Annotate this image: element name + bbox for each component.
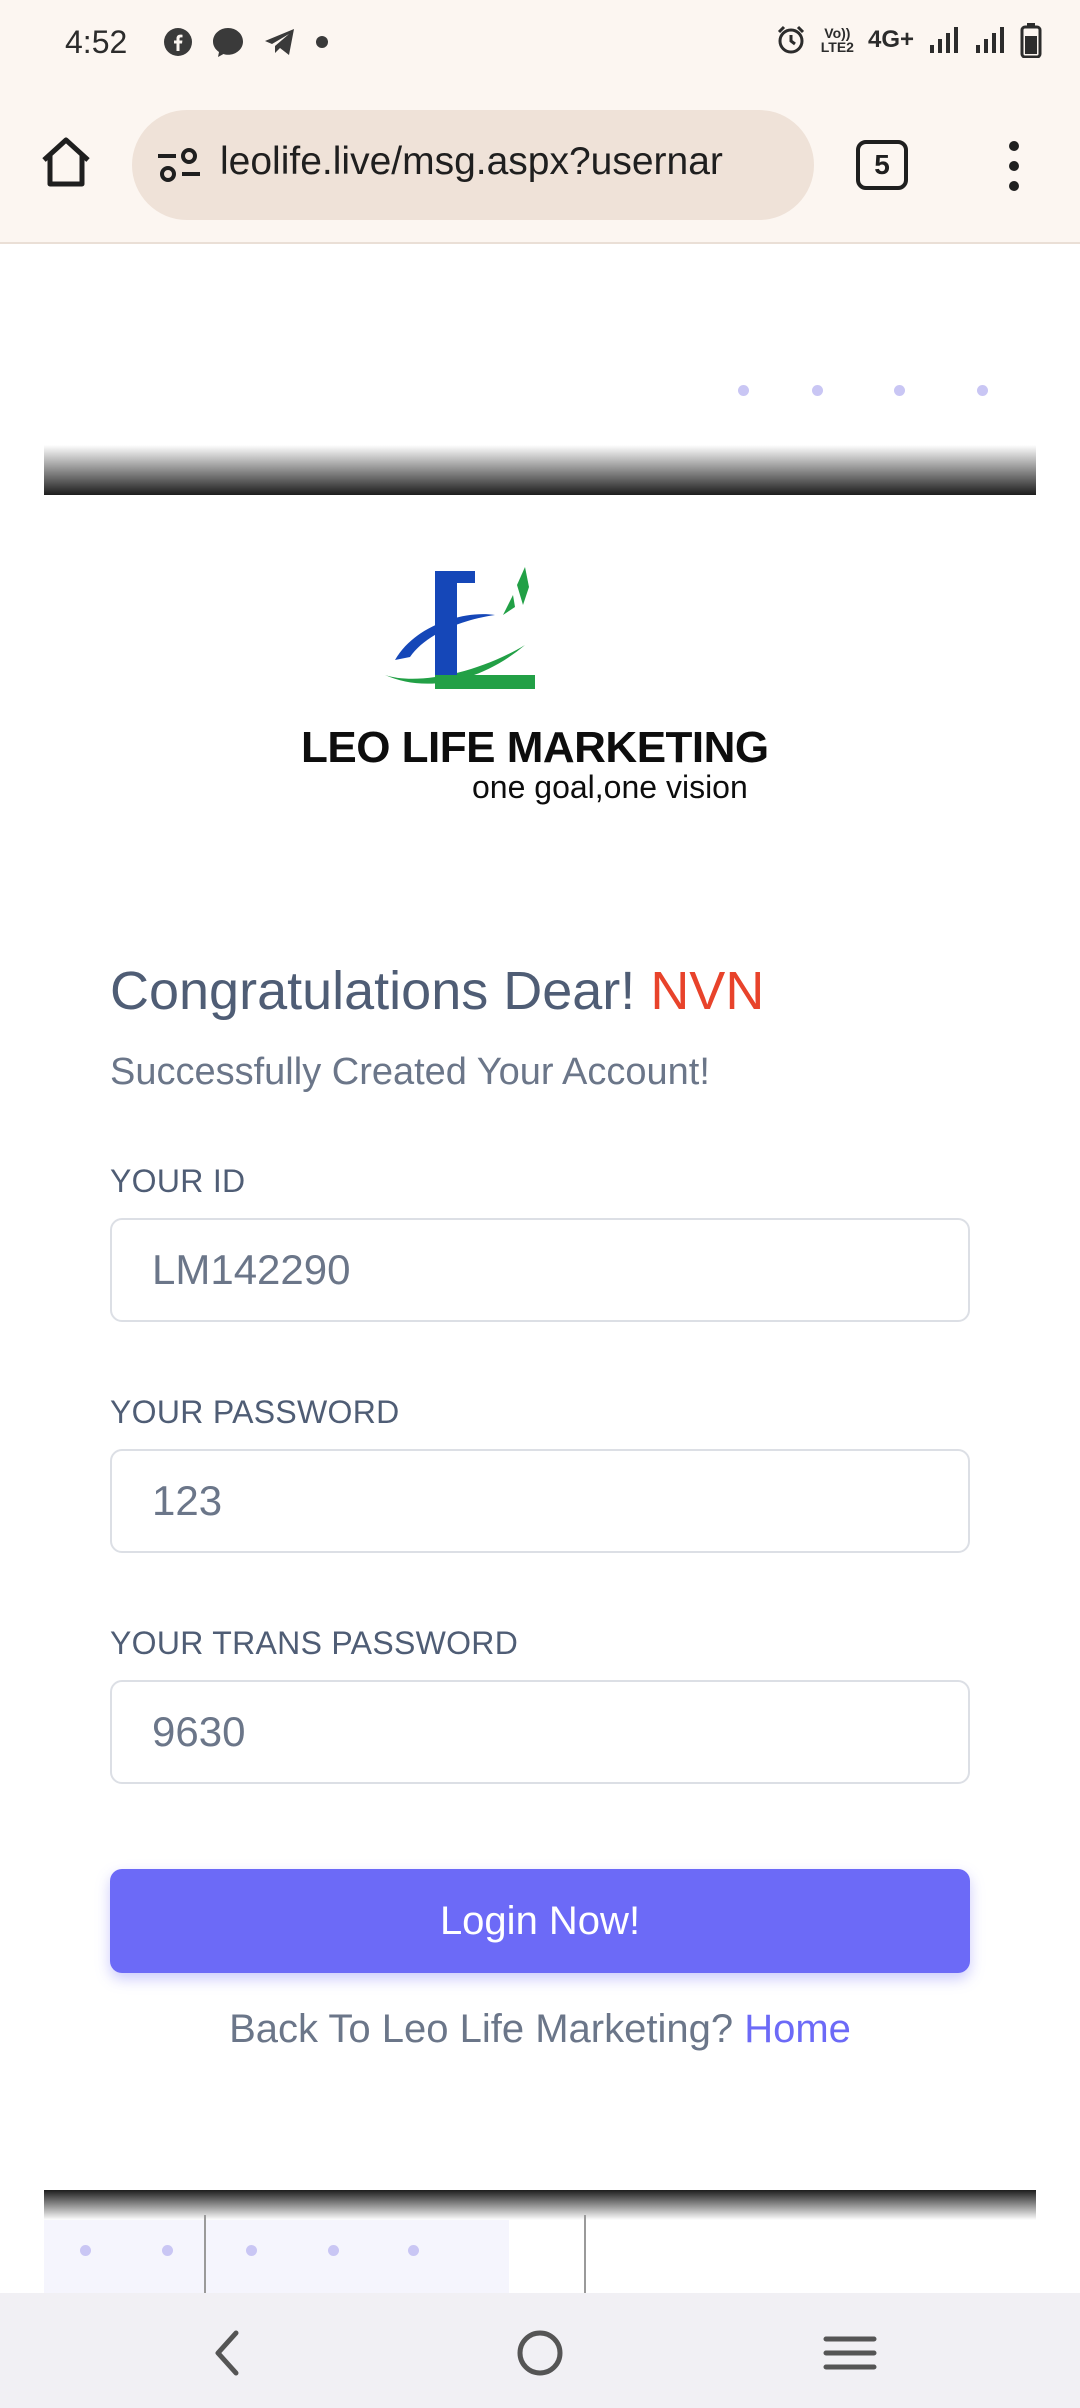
decor-dot [977,385,988,396]
alarm-icon [777,25,804,54]
password-value: 123 [152,1477,223,1524]
messenger-icon [213,28,243,57]
banner-shadow [44,445,1036,495]
user-id-field[interactable]: LM142290 [110,1218,970,1322]
footer-panel [44,2215,509,2293]
decor-dot [894,385,905,396]
footer-divider [204,2215,206,2293]
url-text[interactable]: leolife.live/msg.aspx?usernar [220,140,790,184]
decor-dot [328,2245,339,2256]
decor-dot [80,2245,91,2256]
decor-dot [162,2245,173,2256]
home-link[interactable]: Home [744,2007,851,2051]
home-nav-icon[interactable] [510,2323,570,2383]
browser-toolbar: leolife.live/msg.aspx?usernar 5 [0,90,1080,244]
header-banner [44,245,1036,495]
address-bar[interactable]: leolife.live/msg.aspx?usernar [132,110,814,220]
decor-dot [738,385,749,396]
signal-icon [976,27,1004,53]
volte-icon: Vo)) LTE2 [821,26,854,54]
trans-password-label: YOUR TRANS PASSWORD [110,1625,519,1661]
password-field[interactable]: 123 [110,1449,970,1553]
volte-line2: LTE2 [820,39,854,55]
decor-dot [812,385,823,396]
brand-tagline: one goal,one vision [472,769,748,805]
tab-switcher-button[interactable]: 5 [856,140,908,190]
user-id-label: YOUR ID [110,1163,246,1199]
user-name: NVN [650,961,765,1021]
system-nav-bar [0,2293,1080,2408]
network-type: 4G+ [867,26,914,53]
password-label: YOUR PASSWORD [110,1394,400,1430]
success-message: Successfully Created Your Account! [110,1051,710,1093]
system-icons: Vo)) LTE2 4G+ [775,22,1042,58]
brand-name: LEO LIFE MARKETING [301,723,769,772]
more-options-icon[interactable] [994,138,1034,194]
status-time: 4:52 [65,24,128,60]
back-text: Back To Leo Life Marketing? [229,2007,734,2051]
recent-apps-icon[interactable] [820,2323,880,2383]
notification-icons [163,26,329,58]
web-page: LEO LIFE MARKETING one goal,one vision C… [0,245,1080,2293]
trans-password-field[interactable]: 9630 [110,1680,970,1784]
back-to-home: Back To Leo Life Marketing? Home [0,2007,1080,2052]
volte-line1: Vo)) [824,25,851,41]
decor-dot [246,2245,257,2256]
user-id-value: LM142290 [152,1246,351,1293]
login-button[interactable]: Login Now! [110,1869,970,1973]
footer-banner [44,2190,1036,2293]
site-settings-icon[interactable] [156,144,202,186]
congrats-prefix: Congratulations Dear! [110,961,636,1021]
back-icon[interactable] [198,2323,258,2383]
signal-icon [930,27,958,53]
home-icon[interactable] [36,132,96,192]
notification-dot-icon [316,36,328,48]
battery-icon [1020,23,1042,58]
congrats-heading: Congratulations Dear! NVN [110,960,764,1022]
decor-dot [408,2245,419,2256]
status-bar: 4:52 Vo)) LTE2 4G+ [0,0,1080,90]
telegram-icon [265,29,294,55]
footer-shadow [44,2190,1036,2220]
trans-password-value: 9630 [152,1708,246,1755]
footer-divider [584,2215,586,2293]
facebook-icon [164,28,192,56]
leo-life-logo [385,567,535,689]
